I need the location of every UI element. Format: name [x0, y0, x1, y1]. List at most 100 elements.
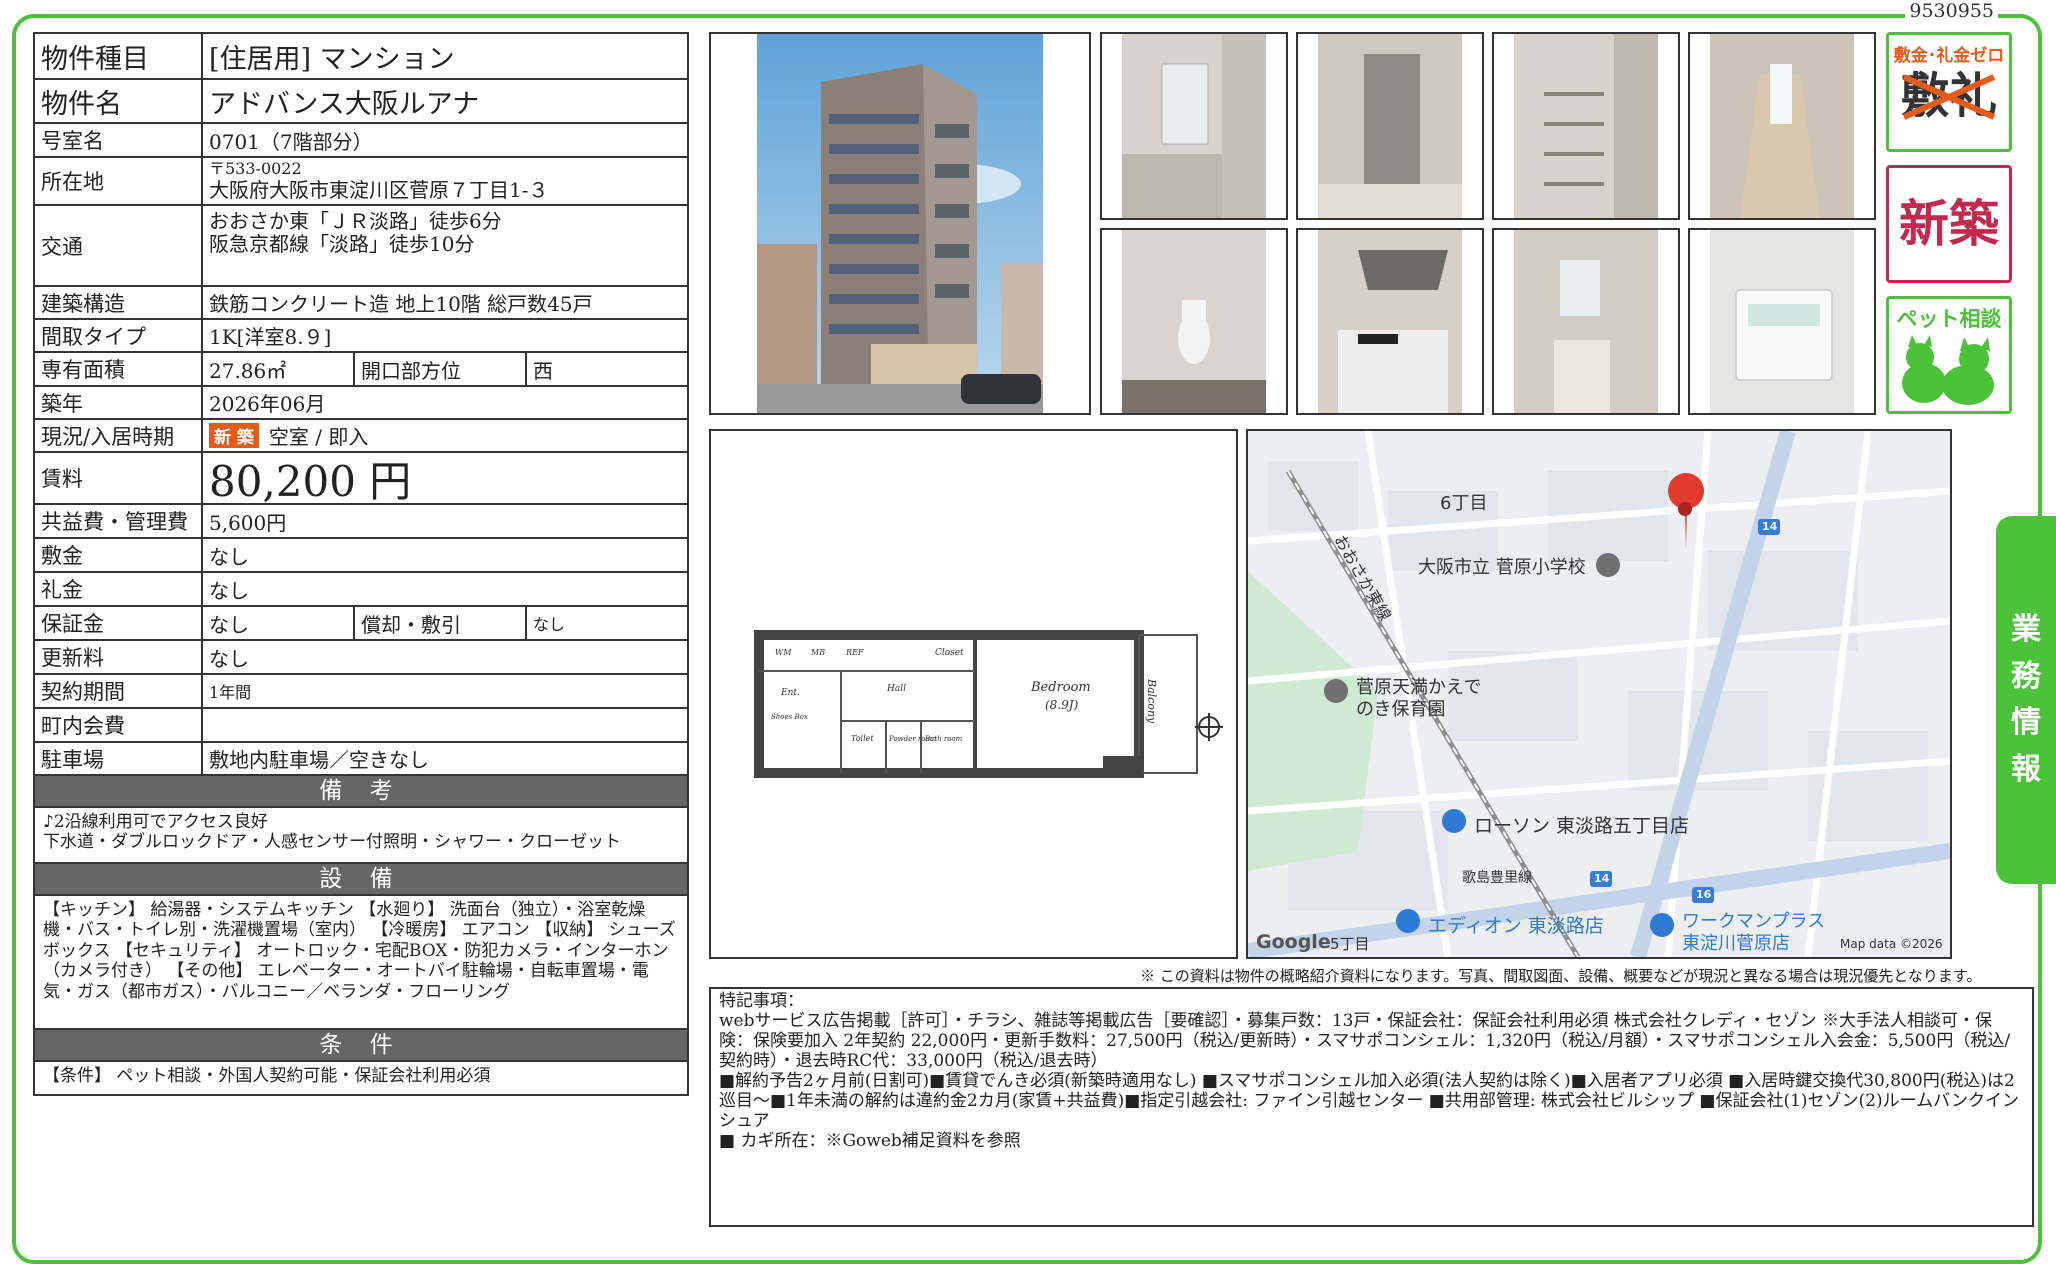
remarks-line-1: ♪2沿線利用可でアクセス良好	[43, 812, 268, 832]
special-notes-line-2: ■解約予告2ヶ月前(日割可)■賃貸でんき必須(新築時適用なし) ■スマサポコンシ…	[719, 1071, 2019, 1132]
conditions-body: 【条件】 ペット相談・外国人契約可能・保証会社利用必須	[43, 1066, 491, 1086]
deposit-label: 敷金	[35, 539, 203, 571]
floor-plan-bedroom-size: (8.9J)	[1045, 698, 1079, 712]
type-value: [住居用] マンション	[209, 43, 455, 75]
map-5chome-label: 5丁目	[1330, 935, 1370, 953]
map-nursery-line-2: のき保育園	[1356, 699, 1446, 720]
floor-plan-panel: Bedroom (8.9J) Balcony Closet Hall Ent. …	[709, 429, 1238, 959]
row-contract: 契約期間 1年間	[35, 675, 687, 709]
map-google-logo: Google	[1256, 931, 1331, 953]
amort-label: 償却・敷引	[355, 607, 527, 639]
map-workman-line-2: 東淀川菅原店	[1682, 933, 1790, 954]
row-renewal: 更新料 なし	[35, 641, 687, 675]
map-route-14-top: 14	[1762, 520, 1778, 533]
postal-code: 〒533-0022	[209, 159, 302, 179]
row-guarantee: 保証金 なし 償却・敷引 なし	[35, 607, 687, 641]
pet-consult-badge: ペット相談	[1886, 296, 2012, 414]
guarantee-label: 保証金	[35, 607, 203, 639]
structure-value: 鉄筋コンクリート造 地上10階 総戸数45戸	[209, 292, 593, 316]
row-transport: 交通 おおさか東「ＪＲ淡路」徒歩6分 阪急京都線「淡路」徒歩10分	[35, 206, 687, 287]
type-label: 物件種目	[35, 34, 203, 78]
amort-value: なし	[533, 615, 566, 634]
pets-icon	[1902, 335, 1994, 405]
bathroom-photo-image	[1122, 34, 1266, 218]
built-value: 2026年06月	[209, 392, 326, 416]
row-name: 物件名 アドバンス大阪ルアナ	[35, 80, 687, 124]
address-text: 大阪府大阪市東淀川区菅原７丁目1-３	[209, 177, 549, 202]
floor-plan-hall-label: Hall	[886, 684, 906, 694]
row-room: 号室名 0701（7階部分）	[35, 124, 687, 158]
interior-photo-kitchen	[1296, 228, 1484, 415]
business-info-char-1: 業	[2011, 612, 2041, 647]
contract-value: 1年間	[209, 683, 252, 702]
town-value	[203, 709, 687, 741]
floor-plan-balcony-label: Balcony	[1145, 678, 1158, 724]
floor-plan-toilet-label: Toilet	[851, 734, 874, 743]
zero-deposit-chars: 敷礼	[1889, 66, 2009, 126]
row-rent: 賃料 80,200 円	[35, 453, 687, 506]
rent-value: 80,200 円	[209, 456, 412, 506]
special-notes-line-1: webサービス広告掲載［許可］・チラシ、雑誌等掲載広告［要確認］・募集戸数：13…	[719, 1011, 2011, 1072]
row-layout: 間取タイプ 1K[洋室8.９]	[35, 320, 687, 353]
building-photo-image	[757, 34, 1043, 413]
fee-label: 共益費・管理費	[35, 505, 203, 537]
key-money-label: 礼金	[35, 573, 203, 605]
name-value: アドバンス大阪ルアナ	[209, 88, 480, 120]
business-info-tab[interactable]: 業 務 情 報	[1996, 516, 2056, 884]
floor-plan-entrance-label: Ent.	[780, 688, 800, 698]
row-built: 築年 2026年06月	[35, 387, 687, 420]
row-address: 所在地 〒533-0022 大阪府大阪市東淀川区菅原７丁目1-３	[35, 158, 687, 206]
facilities-heading: 設 備	[35, 864, 687, 896]
parking-value: 敷地内駐車場／空きなし	[209, 748, 429, 772]
area-label: 専有面積	[35, 353, 203, 385]
row-deposit: 敷金 なし	[35, 539, 687, 573]
map-school-label: 大阪市立 菅原小学校	[1418, 557, 1586, 578]
map-lawson-label: ローソン 東淡路五丁目店	[1474, 815, 1690, 837]
floor-plan-wm-label: WM	[775, 648, 792, 657]
property-table: 物件種目 [住居用] マンション 物件名 アドバンス大阪ルアナ 号室名 0701…	[33, 32, 689, 1096]
facilities-body: 【キッチン】 給湯器・システムキッチン 【水廻り】 洗面台（独立）・浴室乾燥機・…	[35, 896, 687, 1030]
status-value-cell: 新 築 空室 / 即入	[203, 420, 687, 451]
row-fee: 共益費・管理費 5,600円	[35, 505, 687, 539]
room-value: 0701（7階部分）	[209, 129, 373, 154]
floor-plan-closet-label: Closet	[935, 648, 964, 658]
map-road-label: 歌島豊里線	[1462, 870, 1532, 886]
row-town: 町内会費	[35, 709, 687, 743]
interior-photo-toilet	[1100, 228, 1288, 415]
direction-label: 開口部方位	[355, 353, 527, 385]
fee-value: 5,600円	[209, 510, 287, 535]
floor-plan-ref-label: REF	[845, 648, 864, 657]
renewal-label: 更新料	[35, 641, 203, 673]
floor-plan-shoes-label: Shoes Box	[771, 713, 808, 721]
floor-plan-bedroom-label: Bedroom	[1030, 680, 1091, 695]
interior-photo-hallway	[1688, 32, 1876, 220]
floor-plan-drawing: Bedroom (8.9J) Balcony Closet Hall Ent. …	[754, 630, 1223, 778]
renewal-value: なし	[209, 646, 249, 671]
storage-photo-image	[1514, 34, 1658, 218]
zero-deposit-badge: 敷金･礼金ゼロ 敷礼	[1886, 32, 2012, 152]
row-structure: 建築構造 鉄筋コンクリート造 地上10階 総戸数45戸	[35, 287, 687, 320]
row-parking: 駐車場 敷地内駐車場／空きなし	[35, 743, 687, 776]
transport-line-1: おおさか東「ＪＲ淡路」徒歩6分	[209, 209, 502, 233]
remarks-heading: 備 考	[35, 776, 687, 808]
remarks-body: ♪2沿線利用可でアクセス良好 下水道・ダブルロックドア・人感センサー付照明・シャ…	[35, 808, 687, 864]
special-notes-line-3: ■ カギ所在：※Goweb補足資料を参照	[719, 1131, 1021, 1152]
entrance-photo-image	[1318, 34, 1462, 218]
interior-photo-storage	[1492, 32, 1680, 220]
key-money-value: なし	[209, 578, 249, 603]
zero-deposit-title: 敷金･礼金ゼロ	[1893, 46, 2005, 66]
built-label: 築年	[35, 387, 203, 418]
interior-photo-bathroom	[1100, 32, 1288, 220]
location-map: 6丁目 大阪市立 菅原小学校 菅原天満かえで のき保育園 おおさか東線 ローソン…	[1246, 429, 1952, 959]
map-data-credit: Map data ©2026	[1840, 937, 1943, 951]
floor-plan-mb-label: MB	[810, 648, 825, 657]
area-value: 27.86㎡	[203, 353, 355, 385]
hallway-photo-image	[1710, 34, 1854, 218]
new-build-stamp-text: 新築	[1899, 195, 1999, 253]
map-route-16: 16	[1696, 888, 1712, 901]
town-label: 町内会費	[35, 709, 203, 741]
pet-consult-title: ペット相談	[1896, 307, 2002, 331]
contract-label: 契約期間	[35, 675, 203, 707]
status-label: 現況/入居時期	[35, 420, 203, 451]
address-label: 所在地	[35, 158, 203, 204]
